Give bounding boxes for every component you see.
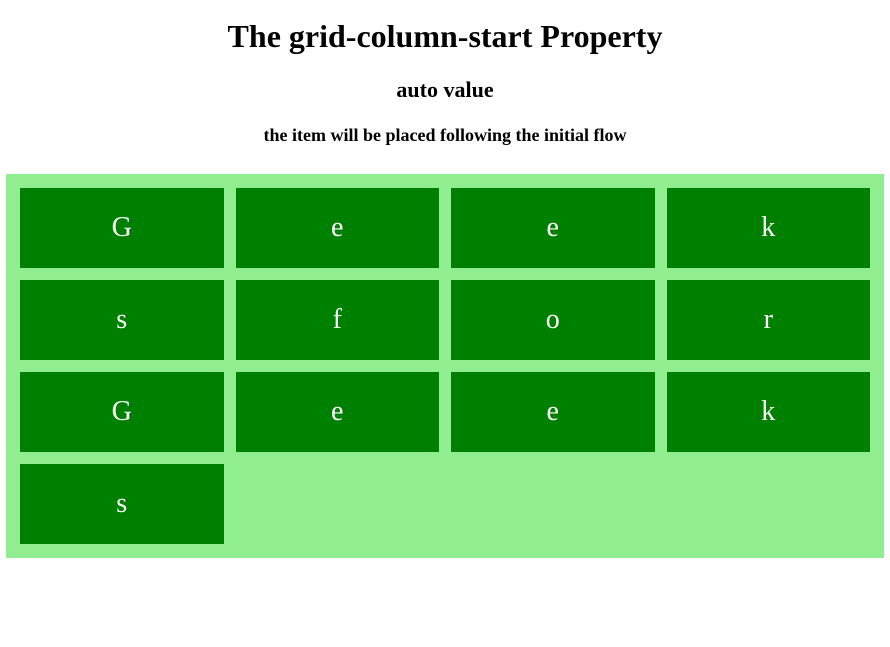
- grid-item: e: [236, 372, 440, 452]
- grid-item: k: [667, 372, 871, 452]
- grid-item: e: [451, 188, 655, 268]
- grid-item: G: [20, 372, 224, 452]
- page-description: the item will be placed following the in…: [0, 125, 890, 146]
- grid-item: o: [451, 280, 655, 360]
- page-title: The grid-column-start Property: [0, 18, 890, 55]
- grid-item: s: [20, 464, 224, 544]
- grid-item: f: [236, 280, 440, 360]
- grid-item: k: [667, 188, 871, 268]
- grid-item: G: [20, 188, 224, 268]
- grid-item: r: [667, 280, 871, 360]
- grid-item: s: [20, 280, 224, 360]
- grid-container: G e e k s f o r G e e k s: [6, 174, 884, 558]
- grid-item: e: [236, 188, 440, 268]
- page-subtitle: auto value: [0, 77, 890, 103]
- grid-item: e: [451, 372, 655, 452]
